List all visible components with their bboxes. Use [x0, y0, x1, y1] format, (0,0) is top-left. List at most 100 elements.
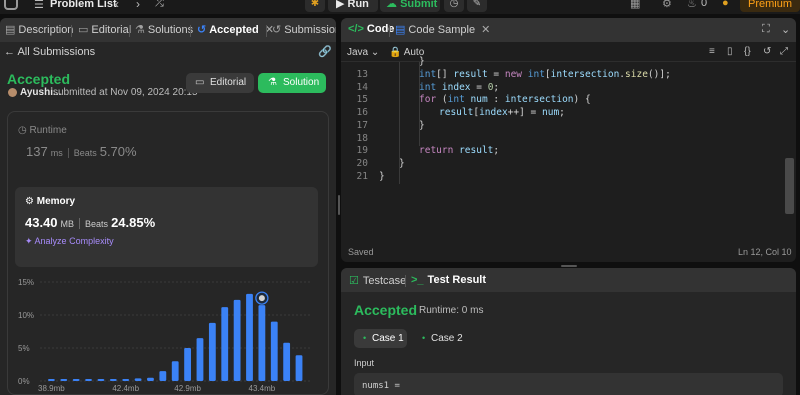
maximize-icon[interactable]: ⛶ — [762, 23, 770, 36]
code-line: 15 for (int num : intersection) { — [341, 94, 781, 107]
editor-scrollbar[interactable] — [785, 158, 794, 214]
tab-solutions[interactable]: ⚗ Solutions — [135, 23, 193, 36]
line-number: 16 — [356, 107, 368, 119]
notes-button[interactable]: ✎ — [467, 0, 487, 12]
close-tab-icon[interactable]: ✕ — [481, 24, 490, 36]
line-number: 19 — [356, 145, 368, 157]
line-number: 18 — [356, 132, 368, 144]
problem-list-title[interactable]: Problem List — [50, 0, 117, 10]
case-1-label: Case 1 — [372, 333, 404, 344]
result-status: Accepted — [354, 302, 418, 318]
x-tick-label: 38.9mb — [38, 384, 65, 393]
code-line: 16 result[index++] = num; — [341, 107, 781, 120]
histogram-bar — [48, 379, 55, 381]
memory-value-row: 43.40 MB Beats 24.85% — [25, 215, 155, 230]
code-editor[interactable]: } 13 int[] result = new int[intersection.… — [341, 56, 796, 242]
tab-code[interactable]: </> Code — [348, 23, 394, 35]
document-icon: ▤ — [395, 24, 406, 36]
submission-status: Accepted — [7, 71, 71, 87]
y-tick-label: 5% — [18, 344, 30, 353]
tab-divider — [71, 25, 72, 37]
fullscreen-icon[interactable]: ⤢ — [780, 46, 788, 57]
all-submissions-link[interactable]: ← All Submissions — [4, 46, 95, 58]
analyze-complexity-link[interactable]: ✦ Analyze Complexity — [25, 236, 114, 247]
terminal-icon: >_ — [411, 274, 424, 286]
solution-button[interactable]: ⚗ Solution — [258, 73, 326, 93]
line-number: 13 — [356, 69, 368, 80]
input-label: Input — [354, 358, 375, 368]
tab-editorial[interactable]: ▭ Editorial — [78, 23, 131, 36]
x-tick-label: 42.4mb — [112, 384, 139, 393]
code-line: 13 int[] result = new int[intersection.si… — [341, 69, 781, 82]
top-nav: ☰ Problem List ‹ › ⤮ ✱ ▶ Run ☁ Submit ◷ … — [0, 0, 800, 14]
problem-list-icon[interactable]: ☰ — [34, 0, 44, 11]
tab-code-sample[interactable]: ▤ Code Sample ✕ — [395, 23, 490, 36]
tab-code-sample-label: Code Sample — [408, 24, 476, 36]
runtime-beats-label: Beats — [73, 148, 97, 158]
editor-resize-handle[interactable] — [561, 264, 577, 267]
checkbox-icon: ☑ — [349, 275, 359, 287]
runtime-section[interactable]: ◷ Runtime — [18, 125, 67, 136]
leetcode-logo-icon[interactable] — [4, 0, 18, 10]
histogram-bar — [258, 305, 266, 381]
share-link-icon[interactable]: 🔗 — [318, 45, 332, 58]
tab-testcase-label: Testcase — [362, 275, 407, 287]
histogram-bar — [283, 342, 291, 381]
histogram-bar — [295, 355, 303, 381]
histogram-bar — [147, 377, 154, 381]
histogram-bar — [184, 348, 191, 381]
prev-problem-icon[interactable]: ‹ — [115, 0, 119, 11]
settings-icon[interactable]: ⚙ — [662, 0, 672, 10]
histogram-bar — [171, 361, 179, 381]
result-runtime: Runtime: 0 ms — [419, 305, 484, 316]
histogram-bar — [221, 307, 229, 381]
sparkle-icon: ✦ — [25, 236, 35, 246]
code-line: 19 return result; — [341, 145, 781, 158]
tab-testcase[interactable]: ☑ Testcase — [349, 274, 406, 287]
debug-button[interactable]: ✱ — [305, 0, 325, 12]
code-line: 20} — [341, 158, 781, 171]
tab-accepted[interactable]: ↺ Accepted ✕ — [197, 23, 274, 36]
line-number: 15 — [356, 94, 368, 106]
streak-fire-icon[interactable]: ♨ — [687, 0, 697, 10]
premium-button[interactable]: Premium — [740, 0, 800, 12]
tab-submissions[interactable]: ↺Submissions — [272, 23, 336, 36]
history-icon: ↺ — [197, 24, 207, 36]
timer-button[interactable]: ◷ — [444, 0, 464, 12]
memory-unit: MB — [60, 219, 75, 229]
shuffle-icon[interactable]: ⤮ — [155, 0, 164, 10]
x-tick-label: 43.4mb — [249, 384, 276, 393]
submit-button[interactable]: ☁ Submit — [380, 0, 440, 12]
user-avatar-dot — [258, 295, 265, 302]
histogram-bar — [134, 378, 142, 381]
submit-label: Submit — [400, 0, 438, 10]
histogram-bar — [122, 379, 130, 381]
pass-dot-icon: • — [422, 333, 426, 343]
back-arrow-icon: ← — [4, 46, 18, 58]
run-button[interactable]: ▶ Run — [328, 0, 378, 12]
avatar-icon[interactable]: ● — [722, 0, 729, 9]
memory-distribution-chart: 15% 10% 5% 0% 38.9mb 42.4mb 42.9mb 43.4mb — [18, 278, 310, 393]
histogram-bar — [60, 379, 68, 381]
case-1-tab[interactable]: • Case 1 — [354, 329, 407, 348]
line-number: 20 — [356, 157, 368, 169]
memory-header: ⚙ Memory — [25, 196, 75, 207]
layout-icon[interactable]: ▦ — [630, 0, 640, 10]
histogram-bar — [72, 379, 80, 381]
tab-submissions-label: Submissions — [284, 24, 336, 36]
save-status: Saved — [348, 247, 374, 257]
collapse-icon[interactable]: ⌄ — [781, 23, 790, 36]
editorial-button[interactable]: ▭ Editorial — [186, 73, 254, 93]
result-tab-bar: ☑ Testcase >_ Test Result — [341, 268, 796, 292]
tab-divider — [266, 25, 267, 37]
memory-card[interactable]: ⚙ Memory 43.40 MB Beats 24.85% ✦ Analyze Co… — [15, 187, 318, 267]
pass-dot-icon: • — [363, 333, 367, 343]
histogram-bar — [196, 338, 204, 381]
runtime-value: 137 — [26, 144, 48, 159]
case-2-tab[interactable]: • Case 2 — [413, 329, 468, 348]
next-problem-icon[interactable]: › — [136, 0, 140, 11]
line-number: 14 — [356, 81, 368, 93]
code-line: 17} — [341, 120, 781, 133]
tab-test-result[interactable]: >_ Test Result — [411, 274, 486, 286]
tab-description[interactable]: ▤ Description — [5, 23, 73, 36]
